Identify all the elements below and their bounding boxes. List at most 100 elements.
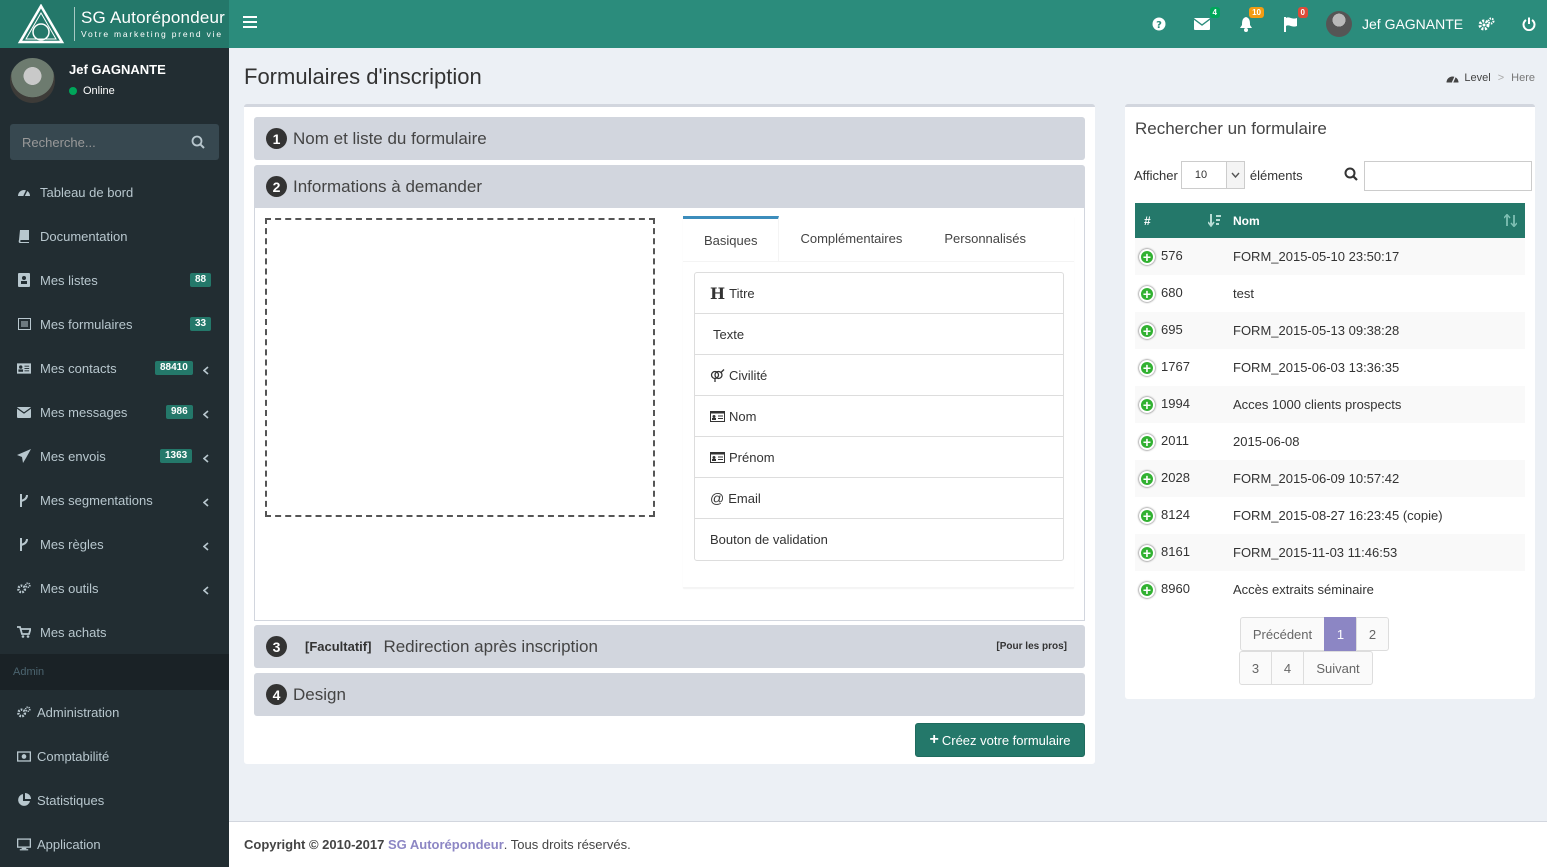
admin-section-header: Admin xyxy=(0,654,229,690)
pagination-prev[interactable]: Précédent xyxy=(1240,617,1325,651)
search-forms-box: Rechercher un formulaire Afficher 10 élé… xyxy=(1125,104,1535,699)
section-4-header[interactable]: 4 Design xyxy=(254,673,1085,716)
envelope-icon[interactable]: 4 xyxy=(1192,7,1220,34)
section-3-header[interactable]: 3 [Facultatif] Redirection après inscrip… xyxy=(254,625,1085,668)
section-2-header[interactable]: 2 Informations à demander xyxy=(254,165,1085,208)
search-icon[interactable] xyxy=(191,135,205,152)
tasks-badge: 0 xyxy=(1297,7,1308,18)
sidebar-item-comptabilite[interactable]: Comptabilité xyxy=(0,734,229,778)
expand-row-icon[interactable]: + xyxy=(1139,470,1155,487)
user-menu[interactable]: Jef GAGNANTE xyxy=(1326,11,1463,37)
expand-row-icon[interactable]: + xyxy=(1139,285,1155,302)
sidebar-item-mes-contacts[interactable]: Mes contacts 88410 xyxy=(0,346,229,390)
table-row[interactable]: +8960 Accès extraits séminaire xyxy=(1135,571,1525,608)
create-form-button[interactable]: + Créez votre formulaire xyxy=(915,723,1085,757)
table-row[interactable]: +1994 Acces 1000 clients prospects xyxy=(1135,386,1525,423)
cogs-icon xyxy=(17,705,31,719)
flag-icon[interactable]: 0 xyxy=(1280,7,1308,34)
breadcrumb-current: Here xyxy=(1511,72,1535,84)
sidebar-item-mes-listes[interactable]: Mes listes 88 xyxy=(0,258,229,302)
section-title: Nom et liste du formulaire xyxy=(293,128,487,148)
pagination-page-1[interactable]: 1 xyxy=(1324,617,1357,651)
optional-tag: [Facultatif] xyxy=(305,639,372,654)
cogs-icon[interactable] xyxy=(1476,14,1496,34)
sends-count-badge: 1363 xyxy=(160,449,193,463)
chevron-left-icon xyxy=(202,539,209,554)
sidebar-item-mes-messages[interactable]: Mes messages 986 xyxy=(0,390,229,434)
brand-logo[interactable]: SG Autorépondeur Votre marketing prend v… xyxy=(0,0,229,48)
form-icon xyxy=(17,317,31,331)
expand-row-icon[interactable]: + xyxy=(1139,322,1155,339)
sidebar-item-application[interactable]: Application xyxy=(0,822,229,866)
expand-row-icon[interactable]: + xyxy=(1139,507,1155,524)
expand-row-icon[interactable]: + xyxy=(1139,433,1155,450)
table-row[interactable]: +680 test xyxy=(1135,275,1525,312)
field-item-bouton-validation[interactable]: Bouton de validation xyxy=(695,519,1063,560)
field-item-civilite[interactable]: Civilité xyxy=(695,355,1063,396)
sidebar-search-input[interactable] xyxy=(10,124,180,160)
sidebar-user-panel: Jef GAGNANTE Online xyxy=(10,58,166,103)
table-row[interactable]: +695 FORM_2015-05-13 09:38:28 xyxy=(1135,312,1525,349)
sidebar-item-documentation[interactable]: Documentation xyxy=(0,214,229,258)
expand-row-icon[interactable]: + xyxy=(1139,544,1155,561)
expand-row-icon[interactable]: + xyxy=(1139,396,1155,413)
envelope-icon xyxy=(17,405,31,419)
table-search-input[interactable] xyxy=(1364,161,1532,191)
chevron-left-icon xyxy=(202,407,209,422)
sidebar-item-administration[interactable]: Administration xyxy=(0,690,229,734)
power-off-icon[interactable] xyxy=(1519,14,1539,34)
sidebar-item-statistiques[interactable]: Statistiques xyxy=(0,778,229,822)
breadcrumb-level-link[interactable]: Level xyxy=(1464,72,1490,84)
menu-toggle-icon[interactable] xyxy=(243,16,257,30)
field-tabs: Basiques Complémentaires Personnalisés xyxy=(683,216,1074,262)
tab-personnalises[interactable]: Personnalisés xyxy=(923,216,1047,261)
pagination-page-3[interactable]: 3 xyxy=(1239,651,1272,685)
page-size-select[interactable]: 10 xyxy=(1180,161,1245,189)
column-header-nom[interactable]: Nom xyxy=(1233,203,1525,238)
sidebar-item-mes-regles[interactable]: Mes règles xyxy=(0,522,229,566)
footer-brand-link[interactable]: SG Autorépondeur xyxy=(388,837,504,852)
table-row[interactable]: +1767 FORM_2015-06-03 13:36:35 xyxy=(1135,349,1525,386)
field-item-texte[interactable]: Texte xyxy=(695,314,1063,355)
table-row[interactable]: +2011 2015-06-08 xyxy=(1135,423,1525,460)
avatar xyxy=(1326,11,1352,37)
logo-mark-icon xyxy=(16,3,66,44)
pagination-page-2[interactable]: 2 xyxy=(1356,617,1389,651)
sidebar-item-mes-achats[interactable]: Mes achats xyxy=(0,610,229,654)
sidebar-item-tableau-de-bord[interactable]: Tableau de bord xyxy=(0,170,229,214)
sort-icon xyxy=(1503,213,1518,230)
field-item-email[interactable]: @ Email xyxy=(695,478,1063,519)
table-row[interactable]: +8124 FORM_2015-08-27 16:23:45 (copie) xyxy=(1135,497,1525,534)
field-item-prenom[interactable]: Prénom xyxy=(695,437,1063,478)
list-icon xyxy=(17,273,31,287)
pagination-page-4[interactable]: 4 xyxy=(1271,651,1304,685)
sidebar-item-mes-envois[interactable]: Mes envois 1363 xyxy=(0,434,229,478)
field-item-titre[interactable]: H Titre xyxy=(695,273,1063,314)
online-status-icon xyxy=(69,87,77,95)
column-header-id[interactable]: # xyxy=(1135,203,1233,238)
tab-complementaires[interactable]: Complémentaires xyxy=(779,216,923,261)
field-tabs-panel: Basiques Complémentaires Personnalisés H… xyxy=(683,216,1074,588)
section-1-header[interactable]: 1 Nom et liste du formulaire xyxy=(254,117,1085,160)
bell-icon[interactable]: 10 xyxy=(1236,7,1264,34)
sidebar-item-mes-segmentations[interactable]: Mes segmentations xyxy=(0,478,229,522)
pagination-next[interactable]: Suivant xyxy=(1303,651,1373,685)
table-row[interactable]: +8161 FORM_2015-11-03 11:46:53 xyxy=(1135,534,1525,571)
top-navbar: ? 4 10 0 Jef GAGNANTE xyxy=(229,0,1547,48)
field-drop-zone[interactable] xyxy=(265,218,655,517)
chevron-left-icon xyxy=(202,363,209,378)
expand-row-icon[interactable]: + xyxy=(1139,248,1155,265)
tab-basiques[interactable]: Basiques xyxy=(683,216,780,261)
expand-row-icon[interactable]: + xyxy=(1139,581,1155,598)
field-item-nom[interactable]: Nom xyxy=(695,396,1063,437)
table-row[interactable]: +576 FORM_2015-05-10 23:50:17 xyxy=(1135,238,1525,275)
chevron-left-icon xyxy=(202,583,209,598)
sidebar-item-mes-outils[interactable]: Mes outils xyxy=(0,566,229,610)
footer-rights: . Tous droits réservés. xyxy=(503,837,631,852)
field-list: H Titre Texte Civilité Nom Prénom @ Emai… xyxy=(694,272,1064,561)
expand-row-icon[interactable]: + xyxy=(1139,359,1155,376)
help-icon[interactable]: ? xyxy=(1149,14,1169,34)
sidebar-item-mes-formulaires[interactable]: Mes formulaires 33 xyxy=(0,302,229,346)
table-row[interactable]: +2028 FORM_2015-06-09 10:57:42 xyxy=(1135,460,1525,497)
sort-desc-icon xyxy=(1207,214,1221,230)
